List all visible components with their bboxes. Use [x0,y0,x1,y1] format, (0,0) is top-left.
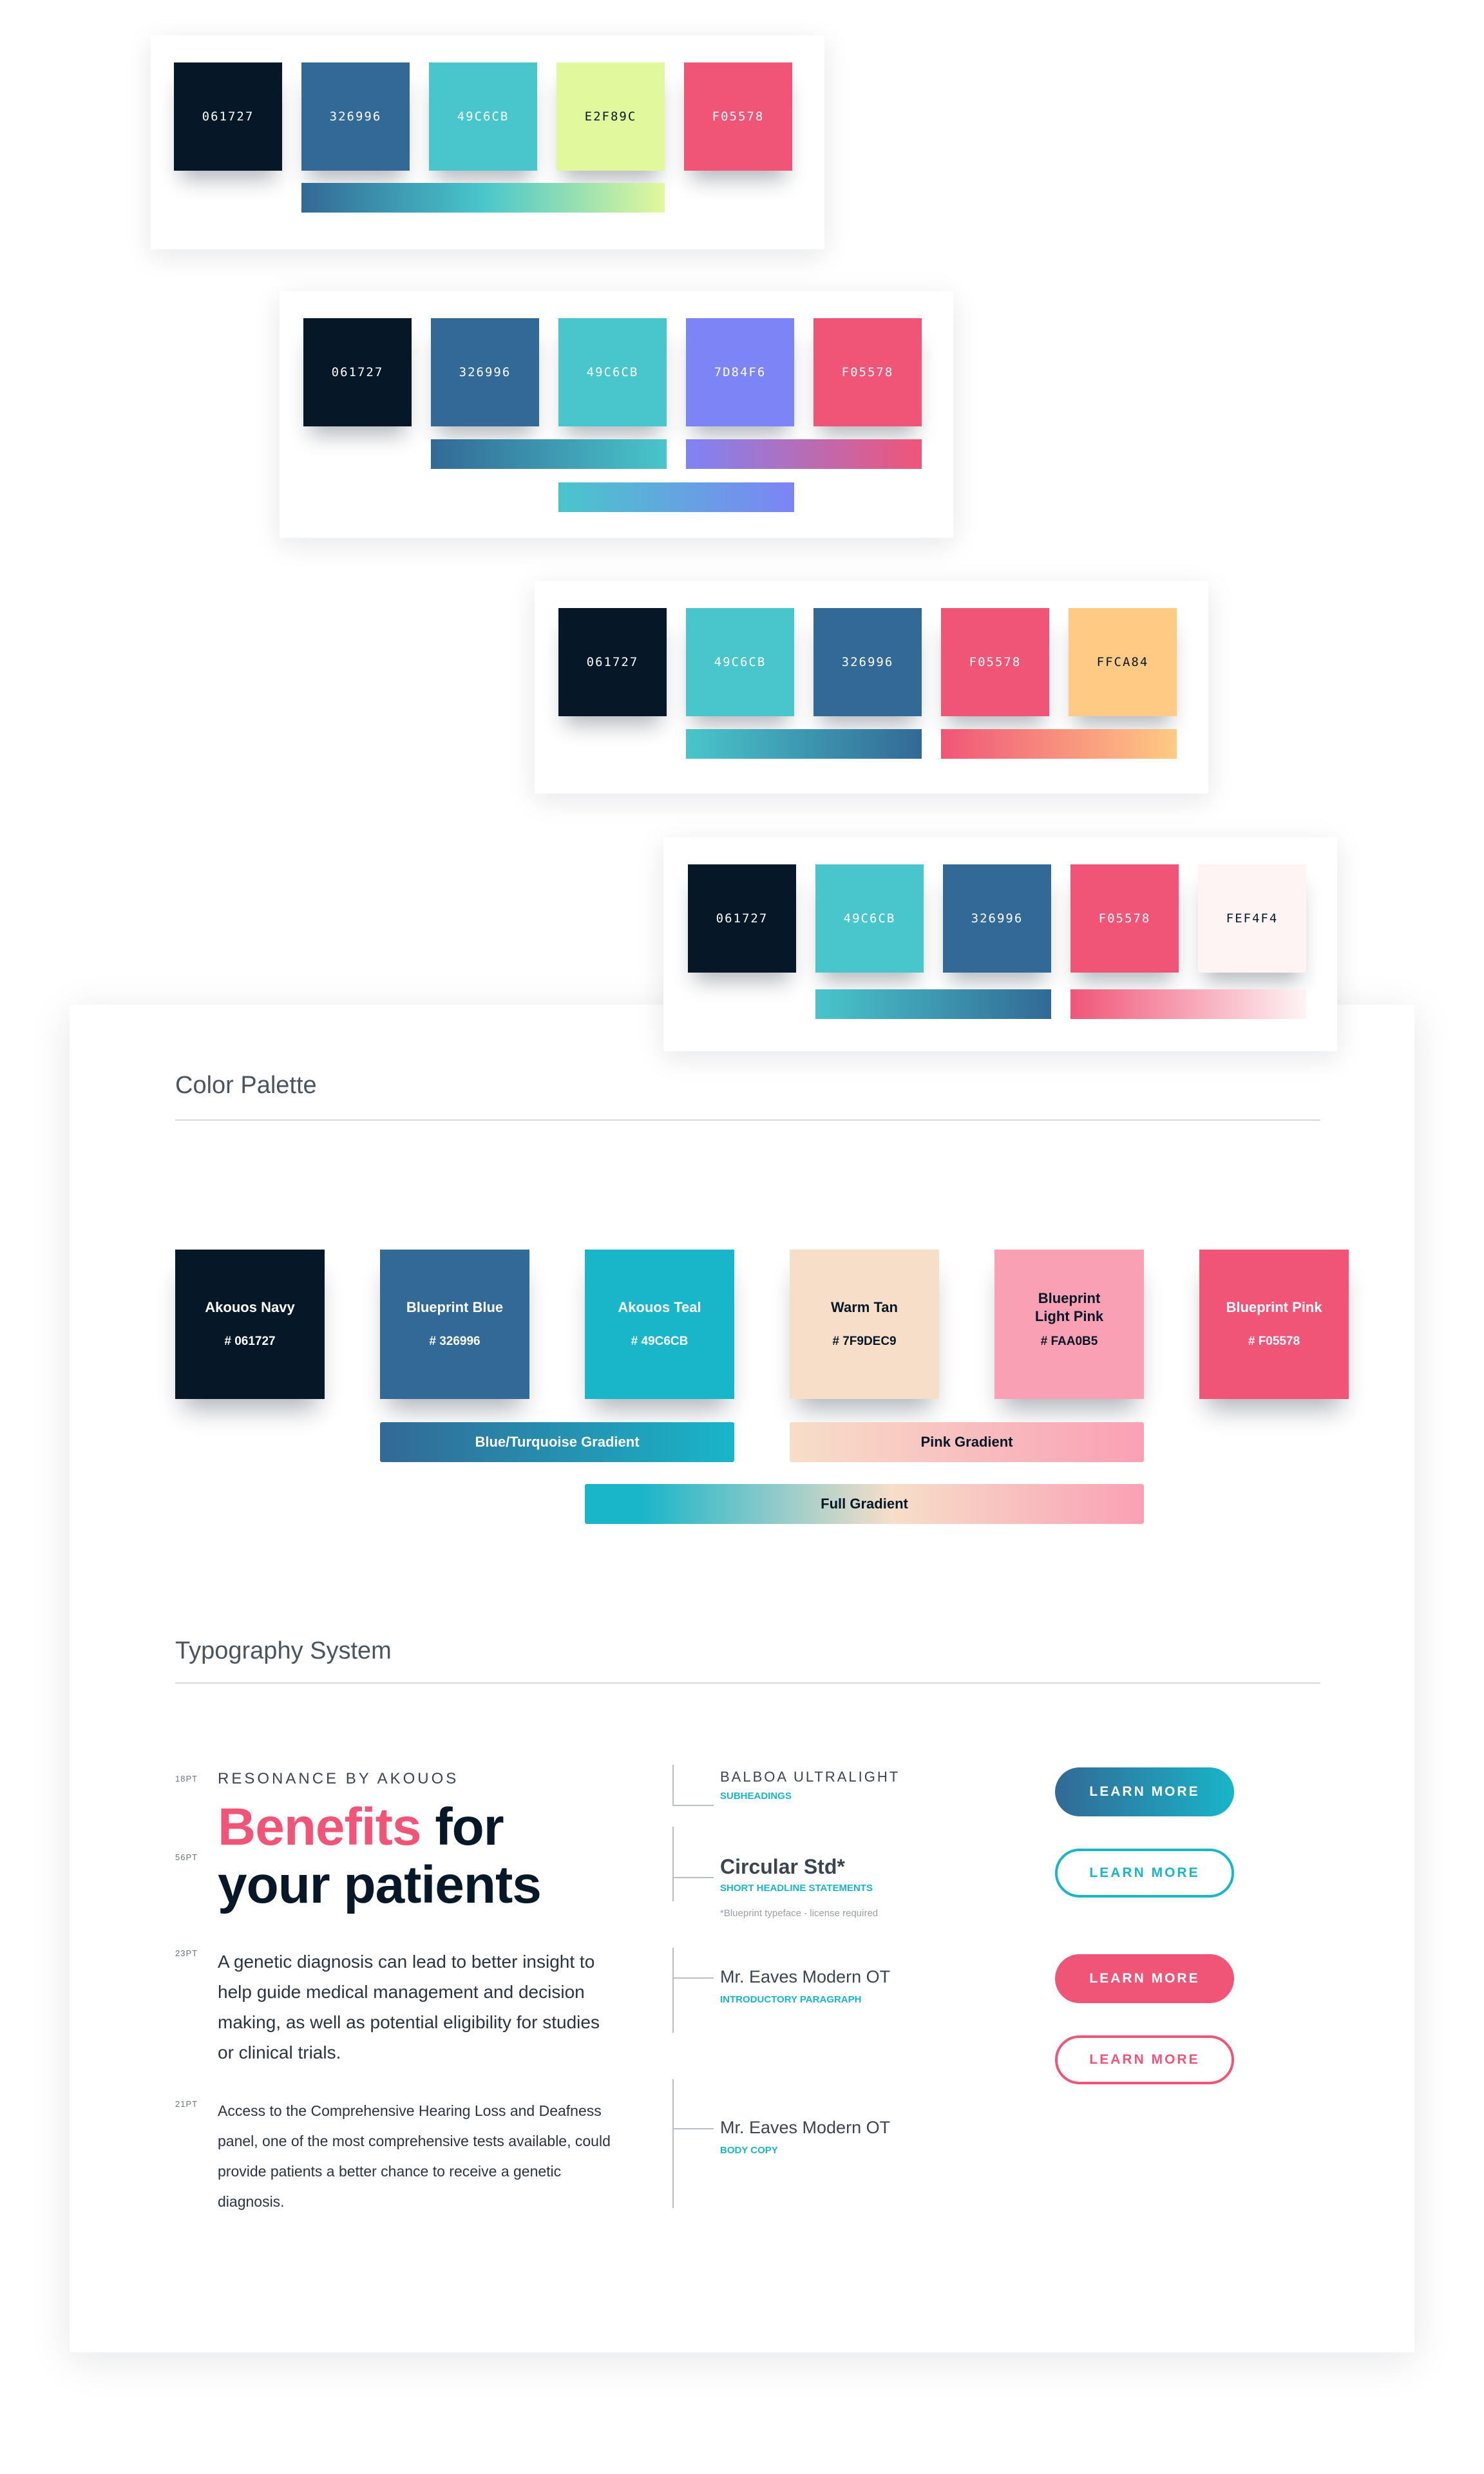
color-name: Blueprint Light Pink [1034,1290,1104,1324]
color-chip-warm-tan: Warm Tan # 7F9DEC9 [790,1250,939,1399]
swatch: F05578 [941,608,1049,716]
swatch: 326996 [943,864,1051,973]
swatch: F05578 [684,62,792,171]
intro-paragraph: A genetic diagnosis can lead to better i… [218,1952,600,2062]
learn-more-button-outline-pink[interactable]: LEARN MORE [1055,2035,1234,2084]
spec-divider [672,1948,674,2033]
spec-divider [672,1827,674,1901]
gradient-bar [686,439,922,469]
palette-exploration-card-2: 061727 326996 49C6CB 7D84F6 F05578 [280,291,953,538]
spec-connector [672,2128,714,2129]
pink-gradient-bar: Pink Gradient [790,1422,1144,1462]
spec-note: *Blueprint typeface - license required [720,1908,879,1919]
swatch: 326996 [431,318,539,426]
blue-turquoise-gradient-bar: Blue/Turquoise Gradient [380,1422,734,1462]
color-name: Akouos Navy [205,1299,295,1315]
spec-connector [672,1877,714,1878]
swatch: 49C6CB [815,864,924,973]
spec-connector [672,1977,714,1979]
learn-more-button-gradient[interactable]: LEARN MORE [1055,1767,1234,1816]
learn-more-button-outline-teal[interactable]: LEARN MORE [1055,1849,1234,1898]
point-size-label: 56PT [175,1852,198,1862]
typography-title: Typography System [175,1637,392,1664]
spec-connector [672,1805,714,1806]
point-size-label: 23PT [175,1948,198,1958]
swatch: FFCA84 [1069,608,1177,716]
point-size-label: 18PT [175,1774,198,1784]
spec-font-name: Circular Std* [720,1855,845,1878]
gradient-bar [301,183,665,213]
color-chip-blueprint-light-pink: Blueprint Light Pink # FAA0B5 [994,1250,1144,1399]
gradient-bar [1070,989,1306,1019]
full-gradient-bar: Full Gradient [585,1484,1144,1524]
swatch: 49C6CB [429,62,537,171]
spec-divider [672,2079,674,2208]
spec-font-name: Mr. Eaves Modern OT [720,1967,891,1986]
color-hex: # F05578 [1248,1335,1300,1348]
swatch: 49C6CB [558,318,667,426]
color-hex: # 061727 [224,1335,276,1348]
color-chip-akouos-navy: Akouos Navy # 061727 [175,1250,325,1399]
color-hex: # FAA0B5 [1040,1335,1098,1348]
swatch: 326996 [813,608,922,716]
swatch: 326996 [301,62,410,171]
gradient-bar [431,439,667,469]
point-size-label: 21PT [175,2099,198,2109]
gradient-bar [558,482,794,512]
palette-exploration-card-1: 061727 326996 49C6CB E2F89C F05578 [151,35,824,249]
color-name: Blueprint Blue [406,1299,504,1315]
swatch: 061727 [688,864,796,973]
gradient-bar [815,989,1051,1019]
section-divider [175,1119,1320,1121]
gradient-bar [686,729,922,759]
color-chip-blueprint-pink: Blueprint Pink # F05578 [1199,1250,1349,1399]
color-palette-title: Color Palette [175,1072,317,1099]
swatch: F05578 [1070,864,1179,973]
swatch: E2F89C [556,62,665,171]
swatch: 49C6CB [686,608,794,716]
color-hex: # 326996 [429,1335,480,1348]
headline: Benefits for your patients [218,1798,542,1914]
spec-usage: SHORT HEADLINE STATEMENTS [720,1883,873,1894]
color-hex: # 49C6CB [631,1335,689,1348]
swatch: FEF4F4 [1198,864,1306,973]
swatch: 7D84F6 [686,318,794,426]
headline-accent: Benefits [218,1798,422,1856]
spec-font-name: BALBOA ULTRALIGHT [720,1769,900,1785]
palette-exploration-card-3: 061727 49C6CB 326996 F05578 FFCA84 [535,581,1208,794]
swatch: F05578 [813,318,922,426]
color-chip-blueprint-blue: Blueprint Blue # 326996 [380,1250,529,1399]
gradient-bar [941,729,1177,759]
spec-usage: INTRODUCTORY PARAGRAPH [720,1994,862,2005]
swatch: 061727 [174,62,282,171]
swatch: 061727 [558,608,667,716]
headline-text: for [435,1798,504,1856]
section-divider [175,1682,1320,1684]
learn-more-button-pink[interactable]: LEARN MORE [1055,1954,1234,2003]
color-hex: # 7F9DEC9 [832,1335,897,1348]
style-guide-board: Color Palette Akouos Navy # 061727 Bluep… [70,1005,1414,2352]
spec-usage: SUBHEADINGS [720,1791,792,1802]
eyebrow-text: RESONANCE BY AKOUOS [218,1770,459,1787]
color-name: Warm Tan [831,1299,898,1315]
palette-exploration-card-4: 061727 49C6CB 326996 F05578 FEF4F4 [663,837,1337,1051]
spec-divider [672,1765,674,1805]
headline-text: your patients [218,1856,542,1914]
color-chip-akouos-teal: Akouos Teal # 49C6CB [585,1250,734,1399]
swatch: 061727 [303,318,412,426]
color-name: Blueprint Pink [1226,1299,1322,1315]
body-paragraph: Access to the Comprehensive Hearing Loss… [218,2102,611,2210]
spec-font-name: Mr. Eaves Modern OT [720,2118,891,2137]
spec-usage: BODY COPY [720,2145,778,2156]
color-name: Akouos Teal [618,1299,701,1315]
